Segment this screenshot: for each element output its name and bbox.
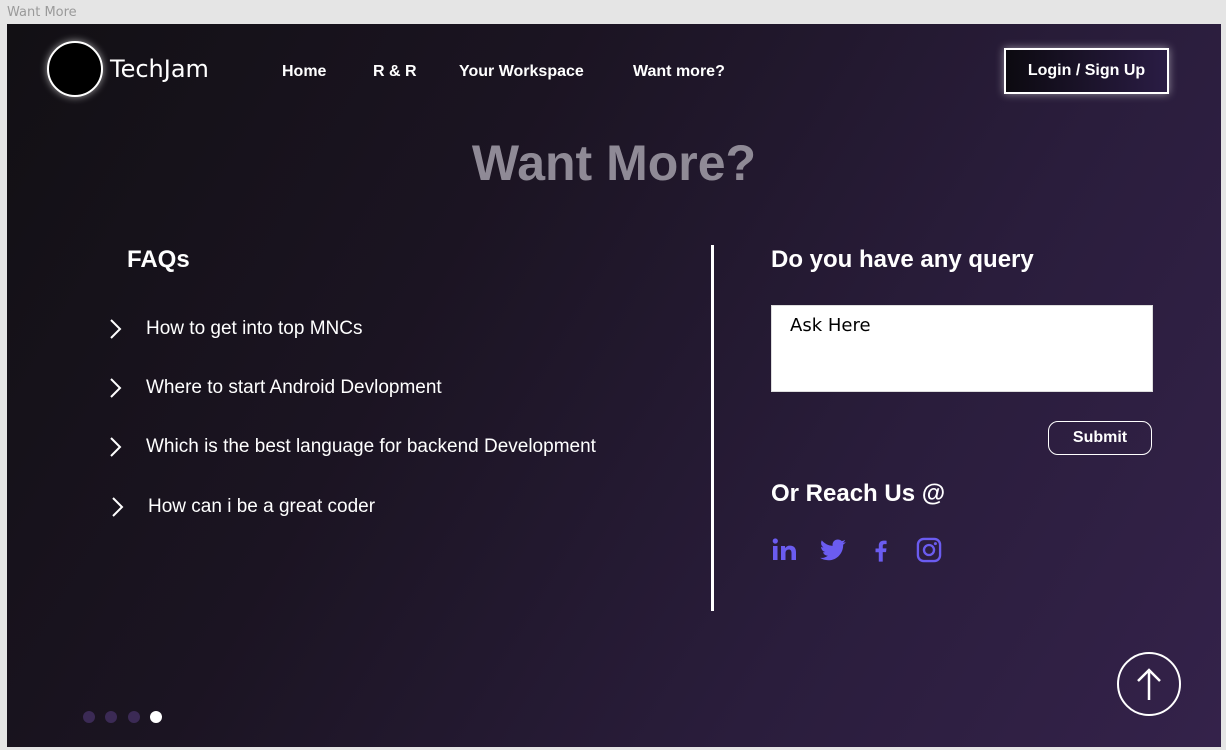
login-signup-button[interactable]: Login / Sign Up [1004, 48, 1169, 94]
faq-item-label: Which is the best language for backend D… [146, 436, 596, 457]
faq-item[interactable]: How can i be a great coder [109, 496, 375, 518]
scroll-to-top-button[interactable] [1117, 652, 1181, 716]
page-title: Want More? [471, 135, 757, 191]
chevron-right-icon [110, 437, 122, 457]
arrow-up-icon [1137, 668, 1161, 700]
faq-item-label: How can i be a great coder [148, 496, 376, 517]
instagram-icon[interactable] [915, 536, 943, 564]
chevron-right-icon [110, 319, 122, 339]
carousel-dot[interactable] [128, 711, 140, 723]
query-input[interactable]: Ask Here [771, 305, 1153, 392]
twitter-icon[interactable] [819, 536, 847, 564]
linkedin-icon[interactable] [771, 536, 799, 564]
faq-item[interactable]: How to get into top MNCs [107, 318, 362, 340]
faq-item-label: How to get into top MNCs [146, 318, 363, 339]
chevron-right-icon [112, 497, 124, 517]
carousel-dot[interactable] [105, 711, 117, 723]
query-heading: Do you have any query [771, 246, 1034, 273]
nav-your-workspace[interactable]: Your Workspace [459, 63, 584, 81]
section-divider [711, 245, 714, 611]
reach-heading: Or Reach Us @ [771, 480, 946, 507]
facebook-icon[interactable] [867, 536, 895, 564]
page-frame: TechJam Home R & R Your Workspace Want m… [7, 24, 1221, 747]
faq-heading: FAQs [127, 246, 190, 273]
faq-item[interactable]: Where to start Android Devlopment [107, 377, 442, 399]
submit-button[interactable]: Submit [1048, 421, 1152, 455]
frame-label: Want More [7, 5, 77, 20]
nav-r-and-r[interactable]: R & R [373, 63, 417, 81]
chevron-right-icon [110, 378, 122, 398]
carousel-dot-active[interactable] [150, 711, 162, 723]
faq-item-label: Where to start Android Devlopment [146, 377, 442, 398]
nav-home[interactable]: Home [282, 63, 326, 81]
brand-name[interactable]: TechJam [110, 55, 209, 83]
logo-icon[interactable] [47, 41, 103, 97]
faq-item[interactable]: Which is the best language for backend D… [107, 436, 596, 458]
nav-want-more[interactable]: Want more? [633, 63, 725, 81]
carousel-dot[interactable] [83, 711, 95, 723]
